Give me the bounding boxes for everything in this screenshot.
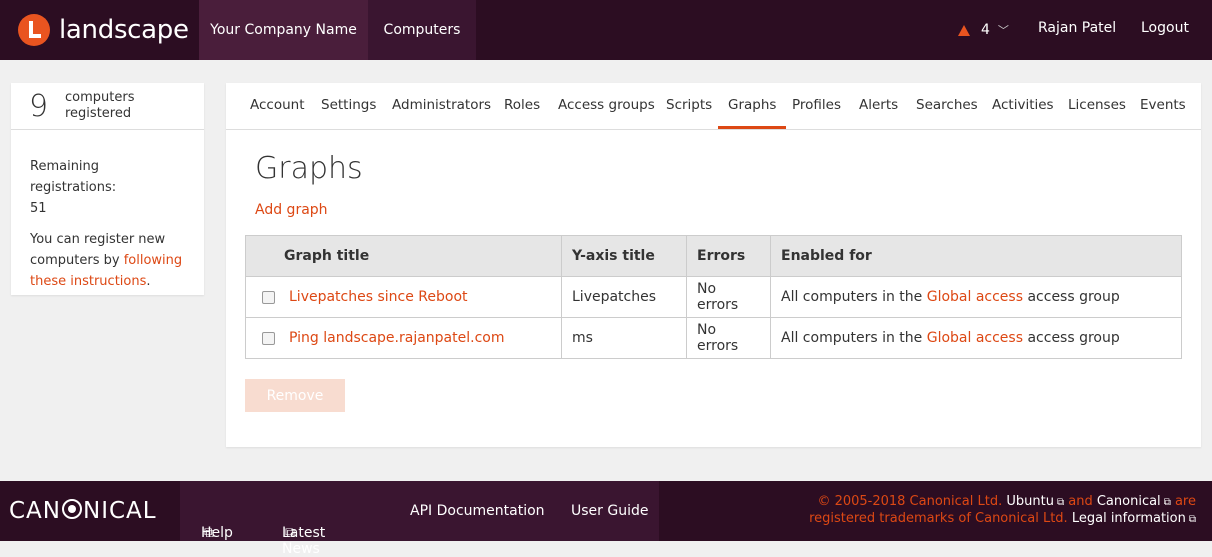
column-header-errors[interactable]: Errors (686, 235, 771, 277)
external-link-icon: ⧉ (204, 525, 214, 541)
page-title: Graphs (255, 151, 363, 186)
y-axis-cell: Livepatches (561, 276, 687, 318)
column-header-graph-title[interactable]: Graph title (245, 235, 562, 277)
top-header: landscape Your Company Name Computers 4 … (0, 0, 1212, 60)
nav-company[interactable]: Your Company Name (199, 0, 368, 60)
ubuntu-link[interactable]: Ubuntu ⧉ (1006, 494, 1064, 509)
tab-events[interactable]: Events (1140, 97, 1186, 113)
external-link-icon: ⧉ (285, 525, 295, 541)
tab-roles[interactable]: Roles (504, 97, 540, 113)
tab-account[interactable]: Account (250, 97, 305, 113)
nav-computers[interactable]: Computers (368, 0, 476, 60)
footer-nav: Help ⧉ Latest News ⧉ API Documentation Use… (180, 481, 659, 557)
footer-user-guide-link[interactable]: User Guide (571, 503, 648, 519)
enabled-for-cell: All computers in the Global access acces… (770, 317, 1182, 359)
main-panel: Account Settings Administrators Roles Ac… (226, 83, 1201, 447)
tab-scripts[interactable]: Scripts (666, 97, 712, 113)
tab-activities[interactable]: Activities (992, 97, 1054, 113)
external-link-icon: ⧉ (1163, 497, 1171, 508)
row-checkbox[interactable] (262, 331, 275, 345)
external-link-icon: ⧉ (1188, 514, 1196, 525)
footer-api-docs-link[interactable]: API Documentation (410, 503, 545, 519)
remove-button[interactable]: Remove (245, 379, 345, 412)
column-header-y-axis[interactable]: Y-axis title (561, 235, 687, 277)
warning-icon (958, 24, 970, 36)
user-menu[interactable]: Rajan Patel (1038, 20, 1116, 36)
canonical-circle-icon (62, 499, 82, 519)
access-group-link[interactable]: Global access (927, 289, 1023, 305)
register-instructions: You can register new computers by follow… (30, 232, 183, 289)
access-group-link[interactable]: Global access (927, 330, 1023, 346)
graphs-table: Graph title Y-axis title Errors Enabled … (245, 235, 1182, 359)
graph-title-link[interactable]: Ping landscape.rajanpatel.com (289, 330, 504, 346)
landscape-logo-icon (18, 14, 50, 46)
table-row: Livepatches since Reboot Livepatches No … (245, 276, 1182, 318)
tab-licenses[interactable]: Licenses (1068, 97, 1126, 113)
tab-profiles[interactable]: Profiles (792, 97, 841, 113)
remaining-registrations: Remaining registrations: 51 (30, 159, 117, 216)
registration-card: 9 computers registered Remaining registr… (11, 83, 204, 295)
canonical-link[interactable]: Canonical ⧉ (1097, 494, 1171, 509)
landscape-logo[interactable]: landscape (18, 14, 189, 46)
computer-count: 9 (29, 89, 49, 124)
row-checkbox[interactable] (262, 290, 275, 304)
external-link-icon: ⧉ (1056, 497, 1065, 508)
logout-link[interactable]: Logout (1141, 20, 1189, 36)
alerts-dropdown[interactable]: 4 ﹀ (958, 20, 1009, 40)
remaining-value: 51 (30, 201, 47, 216)
errors-cell: No errors (686, 317, 771, 359)
tab-access-groups[interactable]: Access groups (558, 97, 655, 113)
table-row: Ping landscape.rajanpatel.com ms No erro… (245, 317, 1182, 359)
tab-alerts[interactable]: Alerts (859, 97, 898, 113)
settings-tabs: Account Settings Administrators Roles Ac… (226, 83, 1201, 130)
enabled-for-cell: All computers in the Global access acces… (770, 276, 1182, 318)
computer-count-box: 9 computers registered (11, 83, 204, 130)
legal-notice: © 2005-2018 Canonical Ltd. Ubuntu ⧉ and C… (809, 494, 1196, 526)
add-graph-link[interactable]: Add graph (255, 202, 328, 218)
canonical-logo[interactable]: CAN NICAL (9, 498, 157, 524)
logo-text: landscape (59, 15, 189, 45)
footer: CAN NICAL Help ⧉ Latest News ⧉ API Document… (0, 481, 1212, 557)
tab-graphs[interactable]: Graphs (717, 97, 788, 129)
errors-cell: No errors (686, 276, 771, 318)
y-axis-cell: ms (561, 317, 687, 359)
legal-info-link[interactable]: Legal information ⧉ (1072, 511, 1196, 526)
computer-count-label: computers registered (65, 90, 135, 121)
table-header-row: Graph title Y-axis title Errors Enabled … (245, 235, 1182, 277)
column-header-enabled-for[interactable]: Enabled for (770, 235, 1182, 277)
alert-count: 4 (981, 22, 990, 38)
graph-title-link[interactable]: Livepatches since Reboot (289, 289, 468, 305)
tab-settings[interactable]: Settings (321, 97, 376, 113)
chevron-down-icon: ﹀ (997, 24, 1009, 37)
tab-administrators[interactable]: Administrators (392, 97, 491, 113)
tab-searches[interactable]: Searches (916, 97, 978, 113)
